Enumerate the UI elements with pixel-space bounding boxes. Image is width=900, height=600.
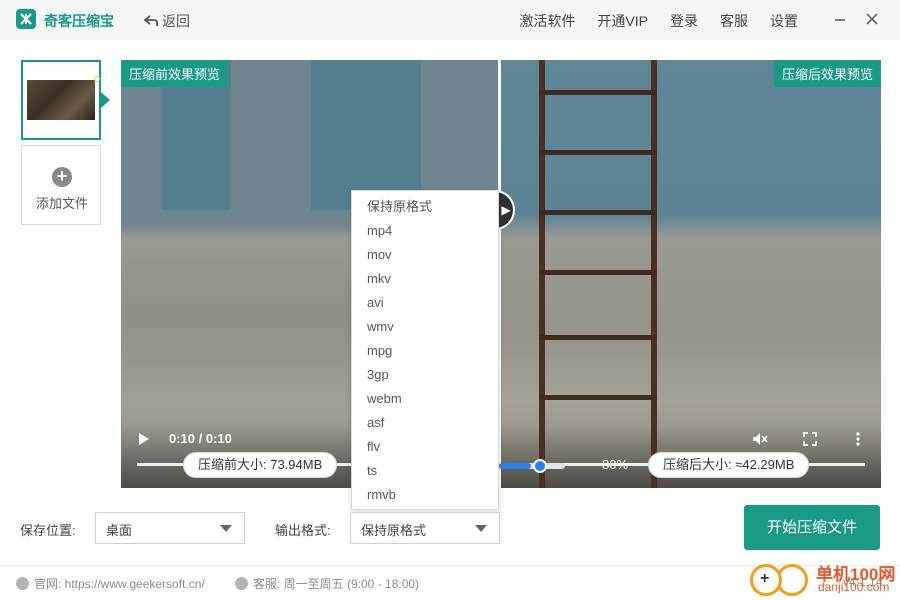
playback-time: 0:10 / 0:10 bbox=[169, 431, 232, 446]
add-file-label: 添加文件 bbox=[35, 196, 88, 211]
chevron-down-icon bbox=[220, 525, 232, 532]
selected-indicator-arrow bbox=[101, 92, 110, 108]
after-preview-tag: 压缩后效果预览 bbox=[773, 60, 881, 87]
fullscreen-icon[interactable] bbox=[801, 430, 819, 448]
thumbnail-image bbox=[27, 80, 95, 120]
start-compress-button[interactable]: 开始压缩文件 bbox=[744, 505, 880, 550]
format-option[interactable]: avi bbox=[352, 291, 498, 315]
before-preview-tag: 压缩前效果预览 bbox=[121, 60, 229, 87]
add-file-button[interactable]: + 添加文件 bbox=[21, 145, 101, 225]
video-thumbnail[interactable] bbox=[21, 60, 101, 140]
plus-icon: + bbox=[52, 167, 72, 187]
back-label: 返回 bbox=[162, 13, 190, 29]
format-option[interactable]: 保持原格式 bbox=[352, 195, 498, 219]
menu-item-login[interactable]: 登录 bbox=[670, 11, 698, 31]
menu-item-activate[interactable]: 激活软件 bbox=[519, 11, 575, 31]
headset-icon bbox=[235, 577, 248, 590]
watermark-domain: danji100.com bbox=[818, 580, 890, 594]
compression-ratio-fill bbox=[499, 463, 531, 469]
app-logo-icon bbox=[16, 9, 36, 29]
output-format-value: 保持原格式 bbox=[361, 523, 427, 538]
website-text: 官网: https://www.geekersoft.cn/ bbox=[34, 577, 205, 591]
compression-ratio-handle[interactable] bbox=[533, 459, 547, 473]
more-options-icon[interactable] bbox=[849, 430, 867, 448]
format-option[interactable]: mp4 bbox=[352, 219, 498, 243]
after-size-pill: 压缩后大小: ≈42.29MB bbox=[648, 452, 810, 478]
format-option[interactable]: 3gp bbox=[352, 363, 498, 387]
globe-icon bbox=[16, 577, 29, 590]
format-option[interactable]: mpg bbox=[352, 339, 498, 363]
mute-icon[interactable] bbox=[751, 430, 769, 448]
menu-item-vip[interactable]: 开通VIP bbox=[597, 11, 648, 31]
video-preview[interactable]: ▶ 压缩前效果预览 压缩后效果预览 0:10 / 0:10 压缩前大小: 73.… bbox=[121, 60, 881, 488]
thumbnail-status-dot bbox=[94, 76, 100, 82]
chevron-down-icon bbox=[475, 525, 487, 532]
format-option[interactable]: wmv bbox=[352, 315, 498, 339]
output-format-select[interactable]: 保持原格式 bbox=[350, 512, 500, 544]
save-location-label: 保存位置: bbox=[20, 523, 76, 538]
output-format-label: 输出格式: bbox=[275, 523, 331, 538]
close-icon[interactable] bbox=[864, 11, 880, 27]
app-title: 奇客压缩宝 bbox=[44, 13, 114, 29]
format-option[interactable]: mov bbox=[352, 243, 498, 267]
format-option[interactable]: webm bbox=[352, 387, 498, 411]
format-option[interactable]: flv bbox=[352, 435, 498, 459]
back-button[interactable]: 返回 bbox=[144, 11, 190, 31]
save-location-value: 桌面 bbox=[106, 523, 133, 538]
format-option[interactable]: rmvb bbox=[352, 483, 498, 507]
format-option[interactable]: asf bbox=[352, 411, 498, 435]
before-size-pill: 压缩前大小: 73.94MB bbox=[183, 452, 338, 478]
save-location-select[interactable]: 桌面 bbox=[95, 512, 245, 544]
compression-ratio-value: 80% bbox=[602, 457, 629, 472]
support-info: 客服: 周一至周五 (9:00 - 18:00) bbox=[235, 575, 419, 592]
support-text: 客服: 周一至周五 (9:00 - 18:00) bbox=[253, 577, 420, 591]
minimize-icon[interactable] bbox=[832, 11, 848, 27]
compression-ratio-slider[interactable] bbox=[499, 463, 565, 469]
output-format-dropdown-list: 保持原格式 mp4 mov mkv avi wmv mpg 3gp webm a… bbox=[351, 190, 499, 510]
menu-item-settings[interactable]: 设置 bbox=[770, 11, 798, 31]
back-arrow-icon bbox=[144, 15, 158, 26]
format-option[interactable]: mkv bbox=[352, 267, 498, 291]
menu-item-support[interactable]: 客服 bbox=[720, 11, 748, 31]
after-preview-pane bbox=[501, 60, 881, 488]
top-menu: 激活软件 开通VIP 登录 客服 设置 bbox=[519, 11, 798, 31]
website-info[interactable]: 官网: https://www.geekersoft.cn/ bbox=[16, 575, 205, 592]
format-option[interactable]: ts bbox=[352, 459, 498, 483]
title-bar: 奇客压缩宝 返回 激活软件 开通VIP 登录 客服 设置 bbox=[0, 0, 900, 40]
watermark-logo: + 单机100网 danji100.com bbox=[750, 558, 900, 600]
play-icon[interactable] bbox=[139, 433, 149, 445]
